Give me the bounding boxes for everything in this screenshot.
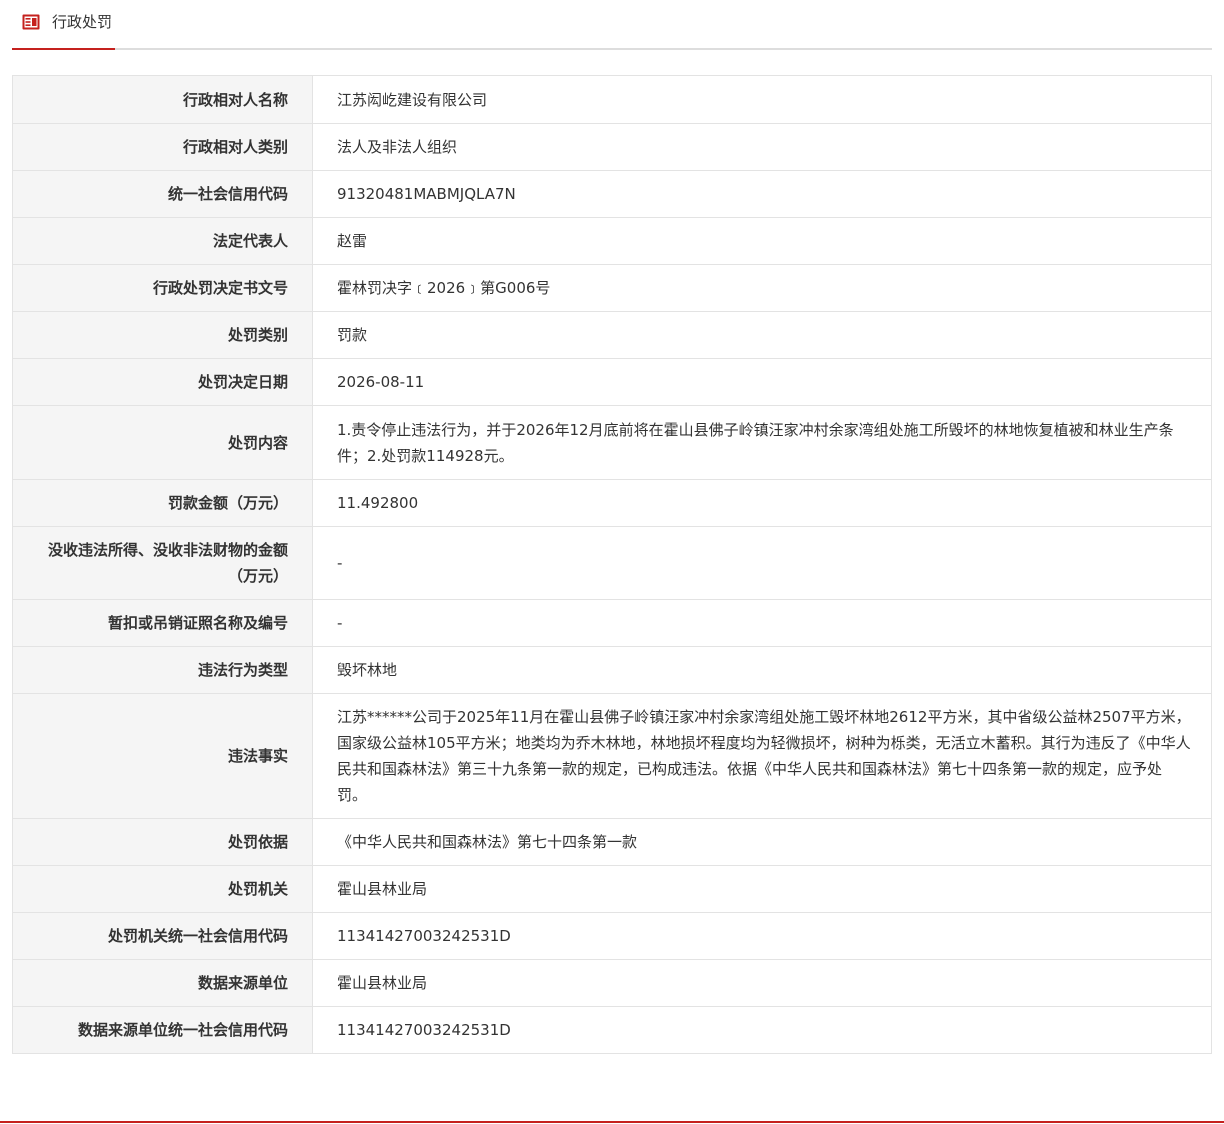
row-value: 江苏******公司于2025年11月在霍山县佛子岭镇汪家冲村余家湾组处施工毁坏… <box>312 693 1212 819</box>
row-value: 霍山县林业局 <box>312 959 1212 1007</box>
table-row: 处罚依据 《中华人民共和国森林法》第七十四条第一款 <box>12 818 1212 866</box>
footer-divider <box>0 1121 1224 1123</box>
row-value: 91320481MABMJQLA7N <box>312 170 1212 218</box>
table-row: 法定代表人 赵雷 <box>12 217 1212 265</box>
table-row: 罚款金额（万元） 11.492800 <box>12 479 1212 527</box>
row-label: 违法行为类型 <box>12 646 313 694</box>
row-label: 罚款金额（万元） <box>12 479 313 527</box>
row-value: 霍山县林业局 <box>312 865 1212 913</box>
table-row: 行政相对人类别 法人及非法人组织 <box>12 123 1212 171</box>
table-row: 行政处罚决定书文号 霍林罚决字﹝2026﹞第G006号 <box>12 264 1212 312</box>
row-label: 处罚机关 <box>12 865 313 913</box>
table-row: 违法行为类型 毁坏林地 <box>12 646 1212 694</box>
row-label: 处罚决定日期 <box>12 358 313 406</box>
table-row: 没收违法所得、没收非法财物的金额（万元） - <box>12 526 1212 600</box>
row-label: 统一社会信用代码 <box>12 170 313 218</box>
row-label: 法定代表人 <box>12 217 313 265</box>
row-value: 1.责令停止违法行为，并于2026年12月底前将在霍山县佛子岭镇汪家冲村余家湾组… <box>312 405 1212 480</box>
tab-administrative-penalty[interactable]: 行政处罚 <box>12 0 115 50</box>
row-value: 《中华人民共和国森林法》第七十四条第一款 <box>312 818 1212 866</box>
row-value: - <box>312 526 1212 600</box>
row-label: 处罚类别 <box>12 311 313 359</box>
table-row: 行政相对人名称 江苏闳屹建设有限公司 <box>12 75 1212 124</box>
table-row: 处罚内容 1.责令停止违法行为，并于2026年12月底前将在霍山县佛子岭镇汪家冲… <box>12 405 1212 480</box>
row-label: 数据来源单位统一社会信用代码 <box>12 1006 313 1054</box>
row-label: 暂扣或吊销证照名称及编号 <box>12 599 313 647</box>
page-title: 行政处罚 <box>52 13 113 31</box>
table-row: 数据来源单位统一社会信用代码 11341427003242531D <box>12 1006 1212 1054</box>
table-row: 处罚决定日期 2026-08-11 <box>12 358 1212 406</box>
table-row: 违法事实 江苏******公司于2025年11月在霍山县佛子岭镇汪家冲村余家湾组… <box>12 693 1212 819</box>
penalty-detail-table: 行政相对人名称 江苏闳屹建设有限公司 行政相对人类别 法人及非法人组织 统一社会… <box>12 75 1212 1054</box>
table-row: 暂扣或吊销证照名称及编号 - <box>12 599 1212 647</box>
row-value: 11341427003242531D <box>312 912 1212 960</box>
row-label: 行政相对人名称 <box>12 75 313 124</box>
table-row: 数据来源单位 霍山县林业局 <box>12 959 1212 1007</box>
row-value: 11341427003242531D <box>312 1006 1212 1054</box>
row-label: 行政相对人类别 <box>12 123 313 171</box>
table-row: 统一社会信用代码 91320481MABMJQLA7N <box>12 170 1212 218</box>
table-row: 处罚机关 霍山县林业局 <box>12 865 1212 913</box>
row-value: 罚款 <box>312 311 1212 359</box>
row-label: 行政处罚决定书文号 <box>12 264 313 312</box>
row-value: 赵雷 <box>312 217 1212 265</box>
row-label: 没收违法所得、没收非法财物的金额（万元） <box>12 526 313 600</box>
section-header: 行政处罚 <box>12 0 1212 50</box>
row-value: 11.492800 <box>312 479 1212 527</box>
row-value: 毁坏林地 <box>312 646 1212 694</box>
row-value: 2026-08-11 <box>312 358 1212 406</box>
row-value: 法人及非法人组织 <box>312 123 1212 171</box>
document-list-icon <box>22 13 40 31</box>
row-label: 数据来源单位 <box>12 959 313 1007</box>
row-value: 霍林罚决字﹝2026﹞第G006号 <box>312 264 1212 312</box>
table-row: 处罚机关统一社会信用代码 11341427003242531D <box>12 912 1212 960</box>
row-label: 处罚依据 <box>12 818 313 866</box>
row-label: 处罚内容 <box>12 405 313 480</box>
table-row: 处罚类别 罚款 <box>12 311 1212 359</box>
row-value: 江苏闳屹建设有限公司 <box>312 75 1212 124</box>
row-value: - <box>312 599 1212 647</box>
row-label: 违法事实 <box>12 693 313 819</box>
row-label: 处罚机关统一社会信用代码 <box>12 912 313 960</box>
